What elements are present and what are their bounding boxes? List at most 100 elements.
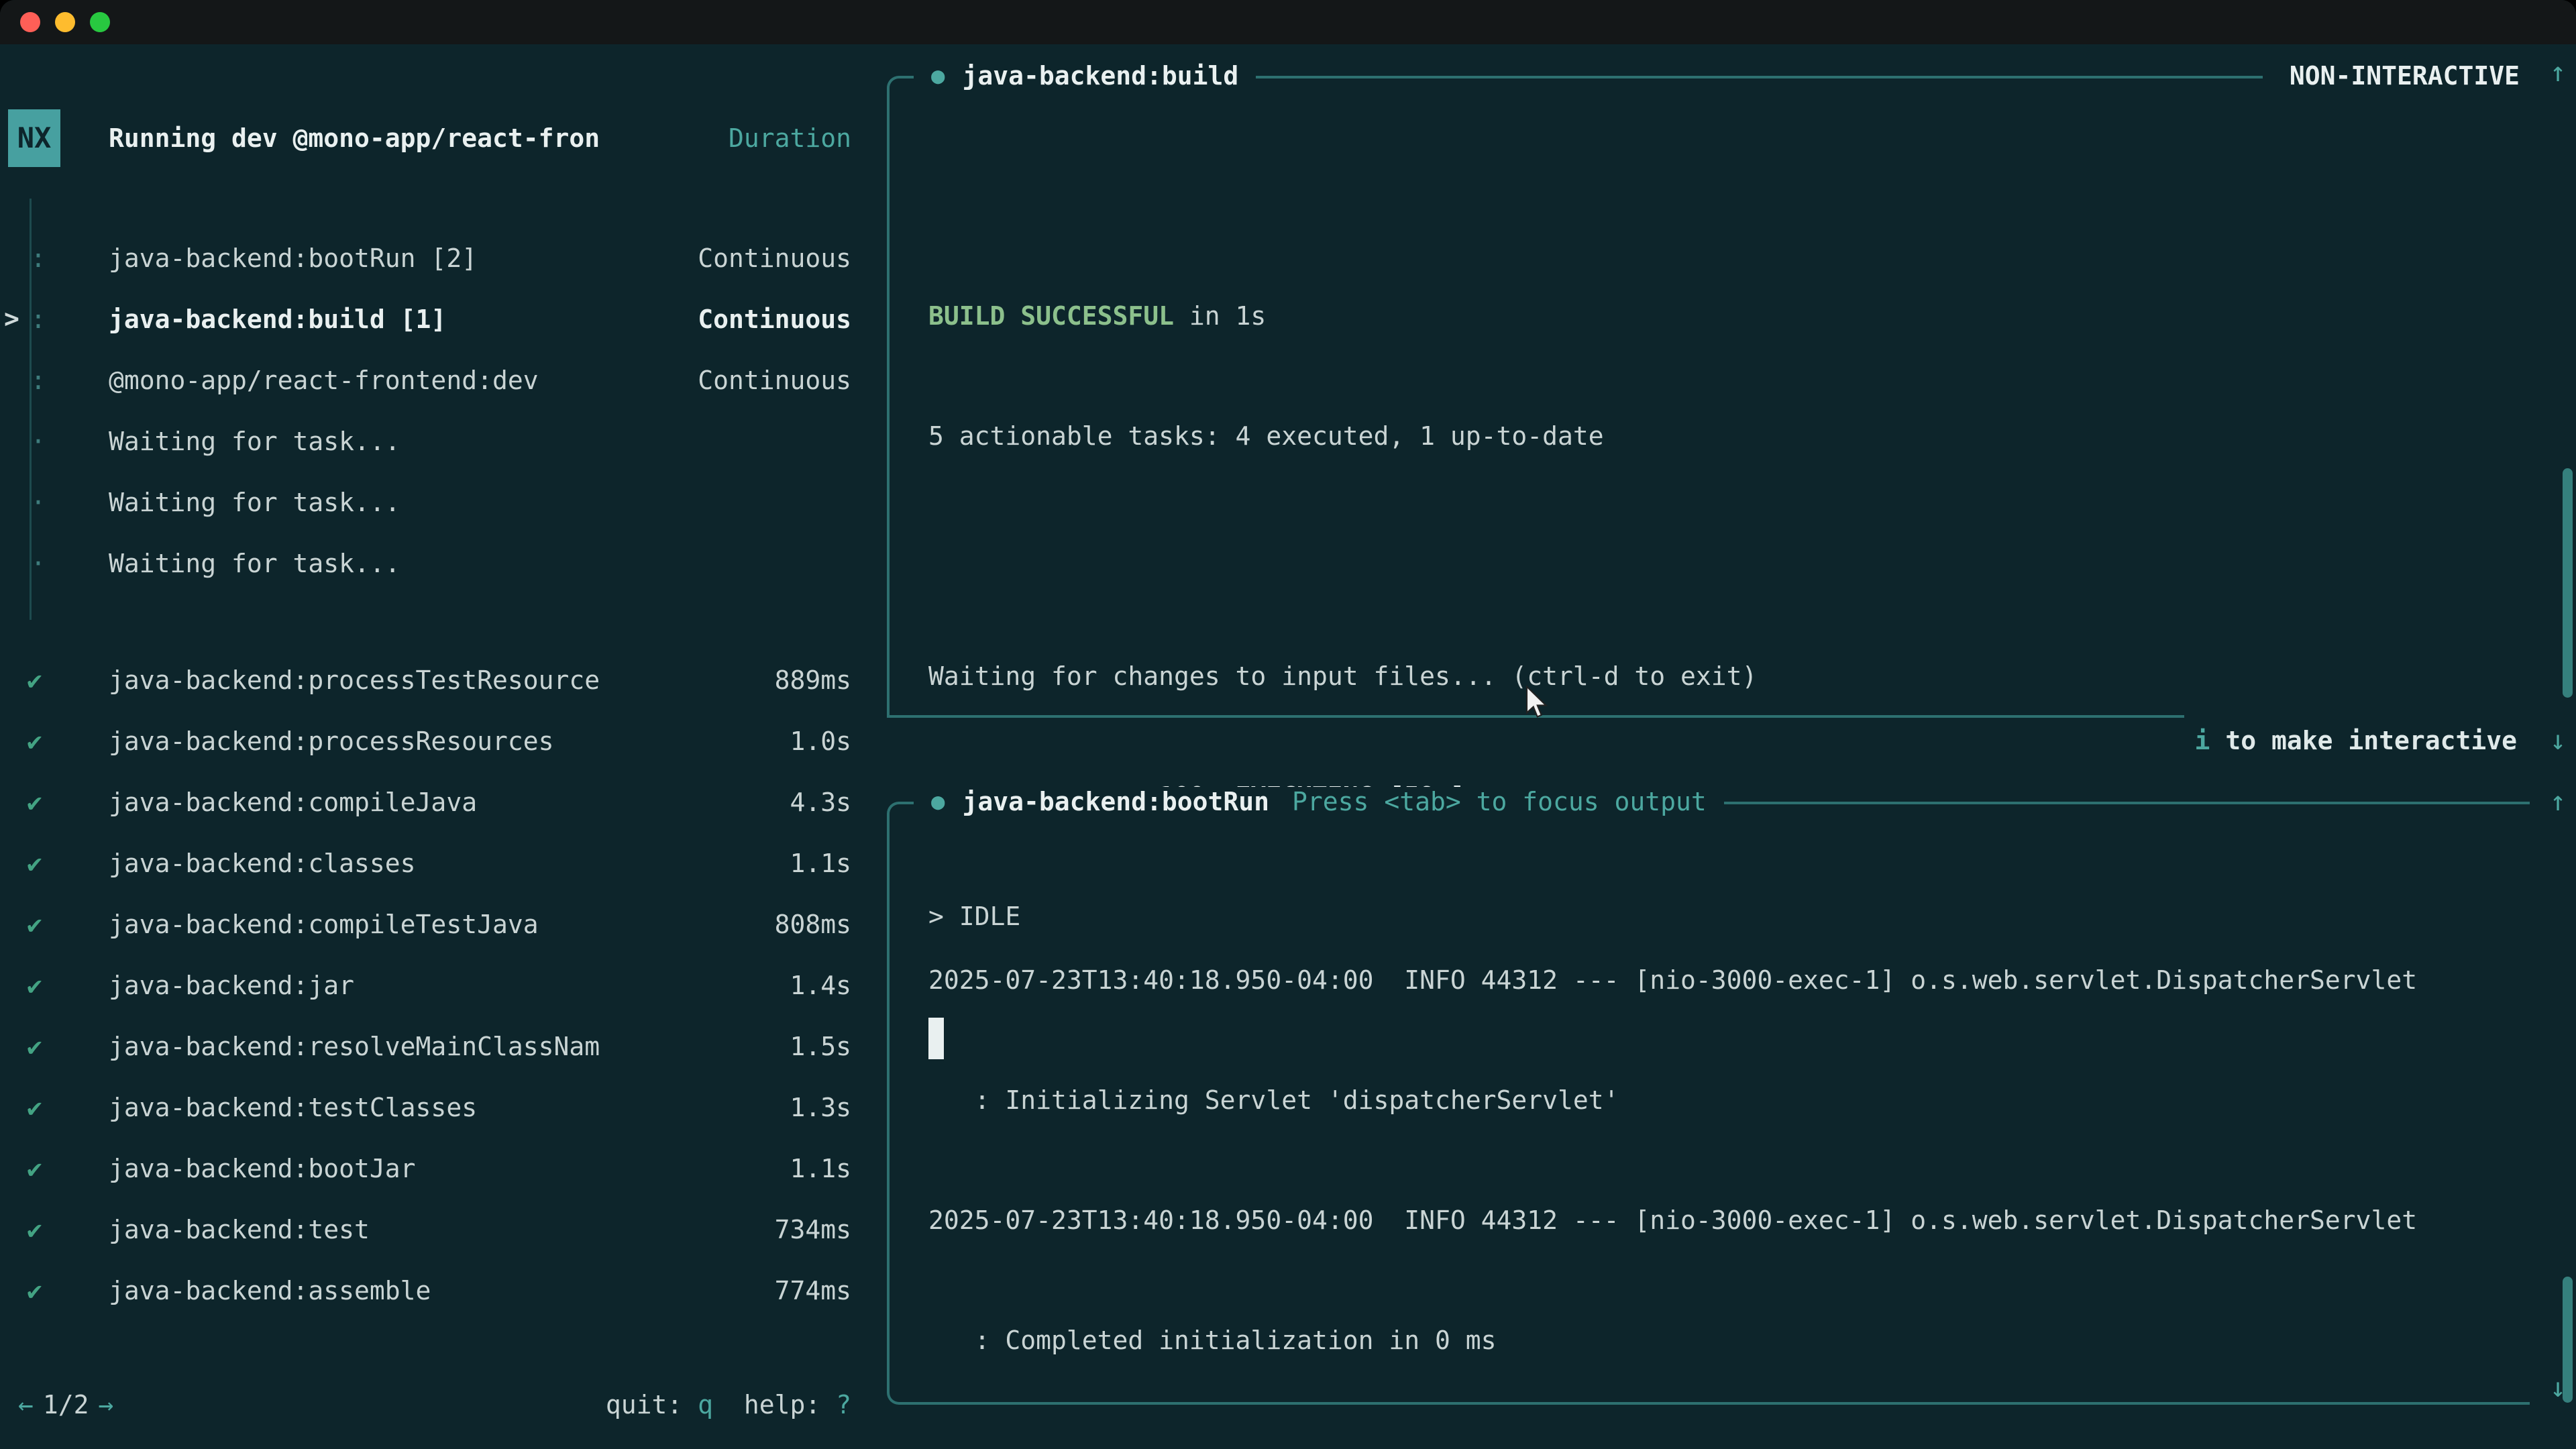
interactive-hint: i to make interactive	[2195, 726, 2517, 755]
log-line: : Completed initialization in 0 ms	[928, 1310, 2417, 1371]
task-row[interactable]: : java-backend:bootRun [2] Continuous	[0, 227, 871, 288]
pane-bullet-icon: ●	[931, 788, 945, 815]
task-pending-icon: ·	[30, 549, 47, 578]
task-row[interactable]: · Waiting for task...	[0, 533, 871, 594]
quit-key: q	[698, 1390, 713, 1419]
task-duration: 1.3s	[790, 1093, 851, 1122]
scroll-up-icon[interactable]: ↑	[2543, 787, 2573, 816]
task-row[interactable]: ✔ java-backend:processTestResource 889ms	[0, 649, 871, 710]
task-row[interactable]: ✔ java-backend:jar 1.4s	[0, 955, 871, 1016]
task-row[interactable]: ✔ java-backend:testClasses 1.3s	[0, 1077, 871, 1138]
task-row[interactable]: ✔ java-backend:compileJava 4.3s	[0, 771, 871, 833]
task-duration: 889ms	[775, 665, 851, 695]
build-time-text: in 1s	[1174, 301, 1266, 331]
task-duration: 1.4s	[790, 971, 851, 1000]
nx-logo: NX	[8, 109, 60, 167]
task-duration: 4.3s	[790, 788, 851, 817]
task-name: Waiting for task...	[109, 488, 400, 517]
mouse-cursor	[1524, 686, 1550, 728]
sidebar-header: NX Running dev @mono-app/react-fron Dura…	[8, 107, 871, 168]
task-name: java-backend:test	[109, 1215, 370, 1244]
running-task-list: : java-backend:bootRun [2] Continuous : …	[0, 227, 871, 594]
task-row-selected[interactable]: : java-backend:build [1] Continuous	[0, 288, 871, 350]
help-gap	[713, 1390, 744, 1419]
task-spinner-icon: :	[30, 366, 47, 395]
check-icon: ✔	[27, 849, 42, 878]
progress-fill: ========	[975, 1446, 1097, 1449]
task-name: java-backend:classes	[109, 849, 416, 878]
check-icon: ✔	[27, 788, 42, 817]
task-name: java-backend:processResources	[109, 727, 553, 756]
bootrun-pane-title: ● java-backend:bootRun Press <tab> to fo…	[914, 787, 1724, 816]
pane-bullet-icon: ●	[931, 62, 945, 89]
progress-close: >	[1143, 1446, 1159, 1449]
tasks-summary-line: 5 actionable tasks: 4 executed, 1 up-to-…	[928, 406, 1757, 467]
close-button[interactable]	[20, 12, 40, 32]
interactive-hint-text: to make interactive	[2210, 726, 2517, 755]
build-output-pane[interactable]: ● java-backend:build NON-INTERACTIVE BUI…	[887, 76, 2536, 715]
log-line: 2025-07-23T13:40:18.950-04:00 INFO 44312…	[928, 1190, 2417, 1251]
non-interactive-badge: NON-INTERACTIVE	[2263, 61, 2536, 91]
check-icon: ✔	[27, 665, 42, 695]
task-duration: 734ms	[775, 1215, 851, 1244]
task-name: java-backend:build [1]	[109, 305, 446, 334]
log-line: : Initializing Servlet 'dispatcherServle…	[928, 1070, 2417, 1131]
task-duration: Continuous	[698, 305, 851, 334]
task-duration: Continuous	[698, 366, 851, 395]
progress-dashes: ---	[1097, 1446, 1144, 1449]
progress-open: <<<	[928, 1446, 975, 1449]
check-icon: ✔	[27, 1032, 42, 1061]
bootrun-output-pane[interactable]: ● java-backend:bootRun Press <tab> to fo…	[887, 802, 2530, 1405]
task-spinner-icon: :	[30, 305, 47, 334]
task-name: java-backend:processTestResource	[109, 665, 600, 695]
focus-output-hint: Press <tab> to focus output	[1292, 787, 1707, 816]
task-duration: 1.1s	[790, 1154, 851, 1183]
task-row[interactable]: ✔ java-backend:assemble 774ms	[0, 1260, 871, 1321]
waiting-line: Waiting for changes to input files... (c…	[928, 646, 1757, 707]
task-spinner-icon: :	[30, 244, 47, 273]
terminal-window: NX Running dev @mono-app/react-fron Dura…	[0, 0, 2576, 1449]
task-row[interactable]: ✔ java-backend:processResources 1.0s	[0, 710, 871, 771]
task-name: java-backend:jar	[109, 971, 354, 1000]
duration-column-header: Duration	[729, 123, 851, 153]
help-label: help:	[744, 1390, 836, 1419]
build-successful-text: BUILD SUCCESSFUL	[928, 301, 1174, 331]
check-icon: ✔	[27, 1215, 42, 1244]
task-duration: 1.0s	[790, 727, 851, 756]
task-row[interactable]: ✔ java-backend:test 734ms	[0, 1199, 871, 1260]
task-name: @mono-app/react-frontend:dev	[109, 366, 539, 395]
blank-line	[928, 526, 1757, 587]
scroll-up-icon[interactable]: ↑	[2543, 58, 2573, 87]
task-pending-icon: ·	[30, 427, 47, 456]
window-titlebar	[0, 0, 2576, 44]
check-icon: ✔	[27, 1093, 42, 1122]
check-icon: ✔	[27, 1154, 42, 1183]
build-result-line: BUILD SUCCESSFUL in 1s	[928, 286, 1757, 347]
task-duration: Continuous	[698, 244, 851, 273]
task-row[interactable]: ✔ java-backend:classes 1.1s	[0, 833, 871, 894]
quit-label: quit:	[606, 1390, 698, 1419]
prev-page-arrow[interactable]: ←	[18, 1390, 34, 1419]
task-row[interactable]: ✔ java-backend:compileTestJava 808ms	[0, 894, 871, 955]
next-page-arrow[interactable]: →	[99, 1390, 114, 1419]
page-indicator: 1/2	[43, 1390, 89, 1419]
task-row[interactable]: · Waiting for task...	[0, 472, 871, 533]
scrollbar-thumb[interactable]	[2563, 468, 2573, 698]
minimize-button[interactable]	[55, 12, 75, 32]
task-row[interactable]: · Waiting for task...	[0, 411, 871, 472]
task-duration: 774ms	[775, 1276, 851, 1305]
task-name: Waiting for task...	[109, 549, 400, 578]
task-row[interactable]: ✔ java-backend:bootJar 1.1s	[0, 1138, 871, 1199]
run-title: Running dev @mono-app/react-fron	[109, 123, 600, 153]
task-name: Waiting for task...	[109, 427, 400, 456]
scroll-down-icon[interactable]: ↓	[2543, 726, 2573, 755]
task-name: java-backend:assemble	[109, 1276, 431, 1305]
zoom-button[interactable]	[90, 12, 110, 32]
scrollbar-thumb[interactable]	[2563, 1277, 2573, 1403]
gradle-progress-bar: <<<========---> 80% EXECUTING [59s]	[928, 1430, 2417, 1449]
task-duration: 1.1s	[790, 849, 851, 878]
task-row[interactable]: : @mono-app/react-frontend:dev Continuou…	[0, 350, 871, 411]
task-row[interactable]: ✔ java-backend:resolveMainClassNam 1.5s	[0, 1016, 871, 1077]
check-icon: ✔	[27, 910, 42, 939]
pane-title-text: java-backend:bootRun	[962, 787, 1269, 816]
